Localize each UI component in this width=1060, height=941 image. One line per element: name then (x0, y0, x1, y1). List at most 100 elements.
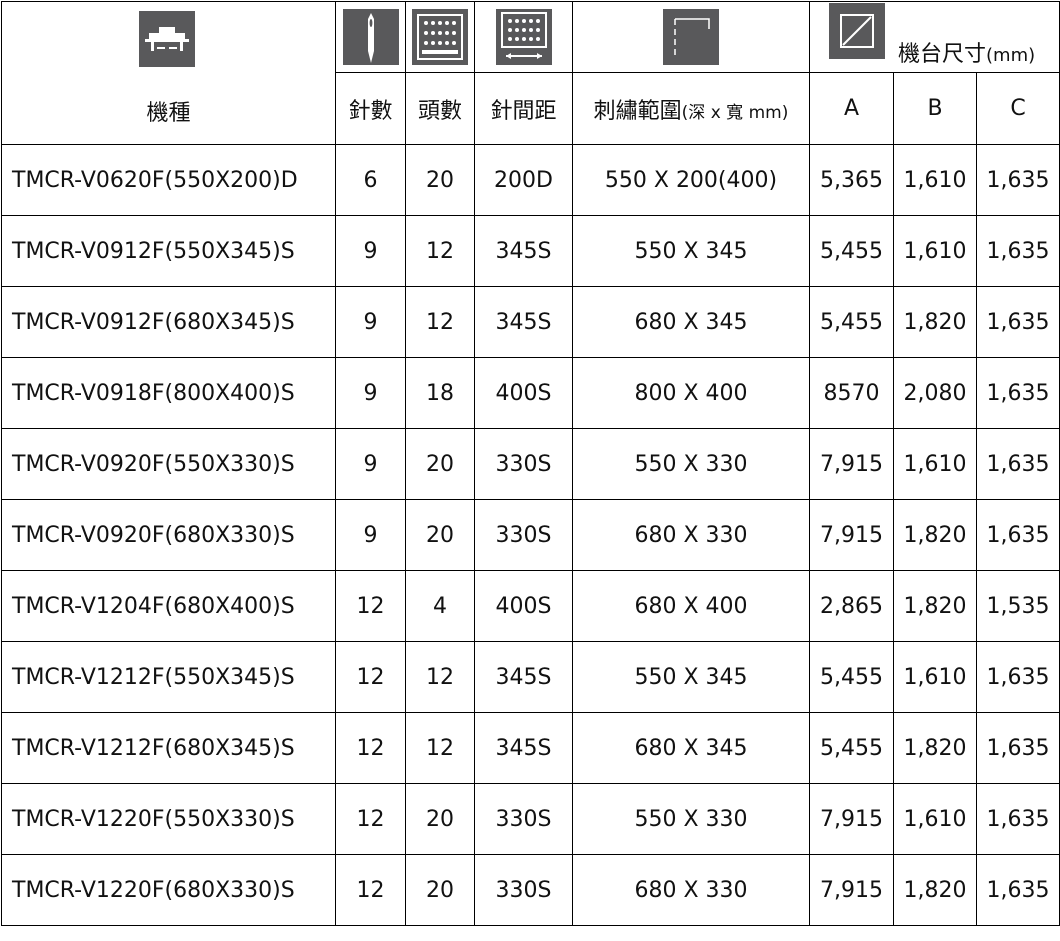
cell-dim-a: 8570 (809, 357, 894, 429)
cell-area: 680 X 330 (572, 499, 810, 571)
header-needles: 針數 (335, 72, 406, 145)
cell-dim-b: 1,820 (893, 854, 977, 926)
table-row: TMCR-V0912F(550X345)S 9 12 345S 550 X 345 5,4… (1, 215, 1060, 287)
cell-dim-c: 1,635 (975, 286, 1060, 358)
cell-model: TMCR-V0620F(550X200)D (1, 144, 336, 216)
cell-pitch: 330S (474, 854, 573, 926)
cell-needles: 9 (335, 428, 406, 500)
header-needles-icon-cell (335, 1, 406, 73)
cell-area: 680 X 345 (572, 712, 810, 784)
header-dims-label: 機台尺寸(mm) (898, 36, 1035, 68)
cell-dim-a: 5,455 (809, 712, 894, 784)
cell-dim-a: 5,455 (809, 215, 894, 287)
header-area: 刺繡範圍(深 x 寬 mm) (572, 72, 810, 145)
cell-pitch: 330S (474, 499, 573, 571)
cell-heads: 12 (405, 215, 475, 287)
cell-dim-c: 1,635 (975, 783, 1060, 855)
cell-dim-c: 1,635 (975, 712, 1060, 784)
heads-icon (412, 9, 468, 65)
header-model: 機種 (1, 1, 336, 145)
cell-needles: 12 (335, 712, 406, 784)
cell-area: 550 X 345 (572, 641, 810, 713)
cell-model: TMCR-V0912F(680X345)S (1, 286, 336, 358)
cell-area: 550 X 200(400) (572, 144, 810, 216)
cell-pitch: 330S (474, 428, 573, 500)
cell-area: 550 X 330 (572, 428, 810, 500)
cell-area: 550 X 345 (572, 215, 810, 287)
cell-model: TMCR-V0912F(550X345)S (1, 215, 336, 287)
cell-heads: 4 (405, 570, 475, 642)
cell-dim-c: 1,635 (975, 499, 1060, 571)
pitch-icon (495, 9, 552, 65)
cell-dim-c: 1,635 (975, 144, 1060, 216)
cell-needles: 6 (335, 144, 406, 216)
cell-area: 550 X 330 (572, 783, 810, 855)
cell-dim-c: 1,635 (975, 357, 1060, 429)
machine-icon (139, 10, 195, 67)
header-row: 機種 機台尺寸(mm) (1, 1, 1060, 145)
cell-dim-a: 2,865 (809, 570, 894, 642)
cell-dim-c: 1,635 (975, 215, 1060, 287)
header-dims-cell: 機台尺寸(mm) (808, 1, 1060, 73)
cell-dim-b: 1,610 (893, 144, 977, 216)
cell-pitch: 345S (474, 712, 573, 784)
cell-dim-a: 5,455 (809, 641, 894, 713)
cell-area: 680 X 330 (572, 854, 810, 926)
cell-heads: 12 (405, 712, 475, 784)
cell-heads: 12 (405, 641, 475, 713)
cell-area: 680 X 345 (572, 286, 810, 358)
header-area-main: 刺繡範圍 (593, 98, 682, 124)
cell-model: TMCR-V0918F(800X400)S (1, 357, 336, 429)
cell-dim-b: 1,820 (893, 499, 977, 571)
cell-dim-b: 1,610 (893, 641, 977, 713)
table-row: TMCR-V0920F(550X330)S 9 20 330S 550 X 330 7,9… (1, 428, 1060, 500)
cell-dim-b: 2,080 (893, 357, 977, 429)
cell-needles: 12 (335, 570, 406, 642)
cell-dim-a: 7,915 (809, 854, 894, 926)
table-row: TMCR-V1212F(550X345)S 12 12 345S 550 X 345 5,… (1, 641, 1060, 713)
table-body: TMCR-V0620F(550X200)D 6 20 200D 550 X 200(40… (1, 144, 1060, 926)
cell-dim-a: 7,915 (809, 499, 894, 571)
cell-dim-b: 1,610 (893, 783, 977, 855)
cell-dim-b: 1,610 (893, 428, 977, 500)
cell-dim-b: 1,820 (893, 712, 977, 784)
cell-model: TMCR-V1212F(550X345)S (1, 641, 336, 713)
needle-icon (342, 9, 399, 65)
cell-heads: 20 (405, 144, 475, 216)
table-row: TMCR-V1220F(550X330)S 12 20 330S 550 X 330 7,… (1, 783, 1060, 855)
cell-heads: 18 (405, 357, 475, 429)
cell-needles: 12 (335, 854, 406, 926)
cell-model: TMCR-V1212F(680X345)S (1, 712, 336, 784)
cell-dim-b: 1,610 (893, 215, 977, 287)
cell-pitch: 345S (474, 286, 573, 358)
cell-needles: 9 (335, 215, 406, 287)
header-heads-icon-cell (405, 1, 475, 73)
cell-dim-c: 1,635 (975, 854, 1060, 926)
cell-dim-c: 1,635 (975, 428, 1060, 500)
embroidery-area-icon (663, 9, 719, 65)
table-row: TMCR-V1204F(680X400)S 12 4 400S 680 X 400 2,8… (1, 570, 1060, 642)
header-area-unit: (深 x 寬 mm) (681, 102, 789, 123)
cell-pitch: 330S (474, 783, 573, 855)
cell-dim-c: 1,535 (975, 570, 1060, 642)
cell-heads: 20 (405, 499, 475, 571)
header-dims-unit: (mm) (986, 45, 1036, 66)
cell-dim-a: 7,915 (809, 783, 894, 855)
cell-pitch: 345S (474, 215, 573, 287)
header-heads: 頭數 (405, 72, 475, 145)
cell-heads: 12 (405, 286, 475, 358)
header-model-label: 機種 (146, 100, 191, 126)
cell-model: TMCR-V0920F(680X330)S (1, 499, 336, 571)
cell-needles: 9 (335, 286, 406, 358)
table-row: TMCR-V1220F(680X330)S 12 20 330S 680 X 330 7,… (1, 854, 1060, 926)
cell-dim-c: 1,635 (975, 641, 1060, 713)
cell-needles: 12 (335, 783, 406, 855)
cell-model: TMCR-V1220F(550X330)S (1, 783, 336, 855)
header-dims-main: 機台尺寸 (898, 42, 987, 67)
table-row: TMCR-V0918F(800X400)S 9 18 400S 800 X 400 857… (1, 357, 1060, 429)
header-area-icon-cell (572, 1, 810, 73)
cell-dim-a: 5,455 (809, 286, 894, 358)
cell-needles: 9 (335, 499, 406, 571)
table-row: TMCR-V0620F(550X200)D 6 20 200D 550 X 200(40… (1, 144, 1060, 216)
cell-model: TMCR-V0920F(550X330)S (1, 428, 336, 500)
